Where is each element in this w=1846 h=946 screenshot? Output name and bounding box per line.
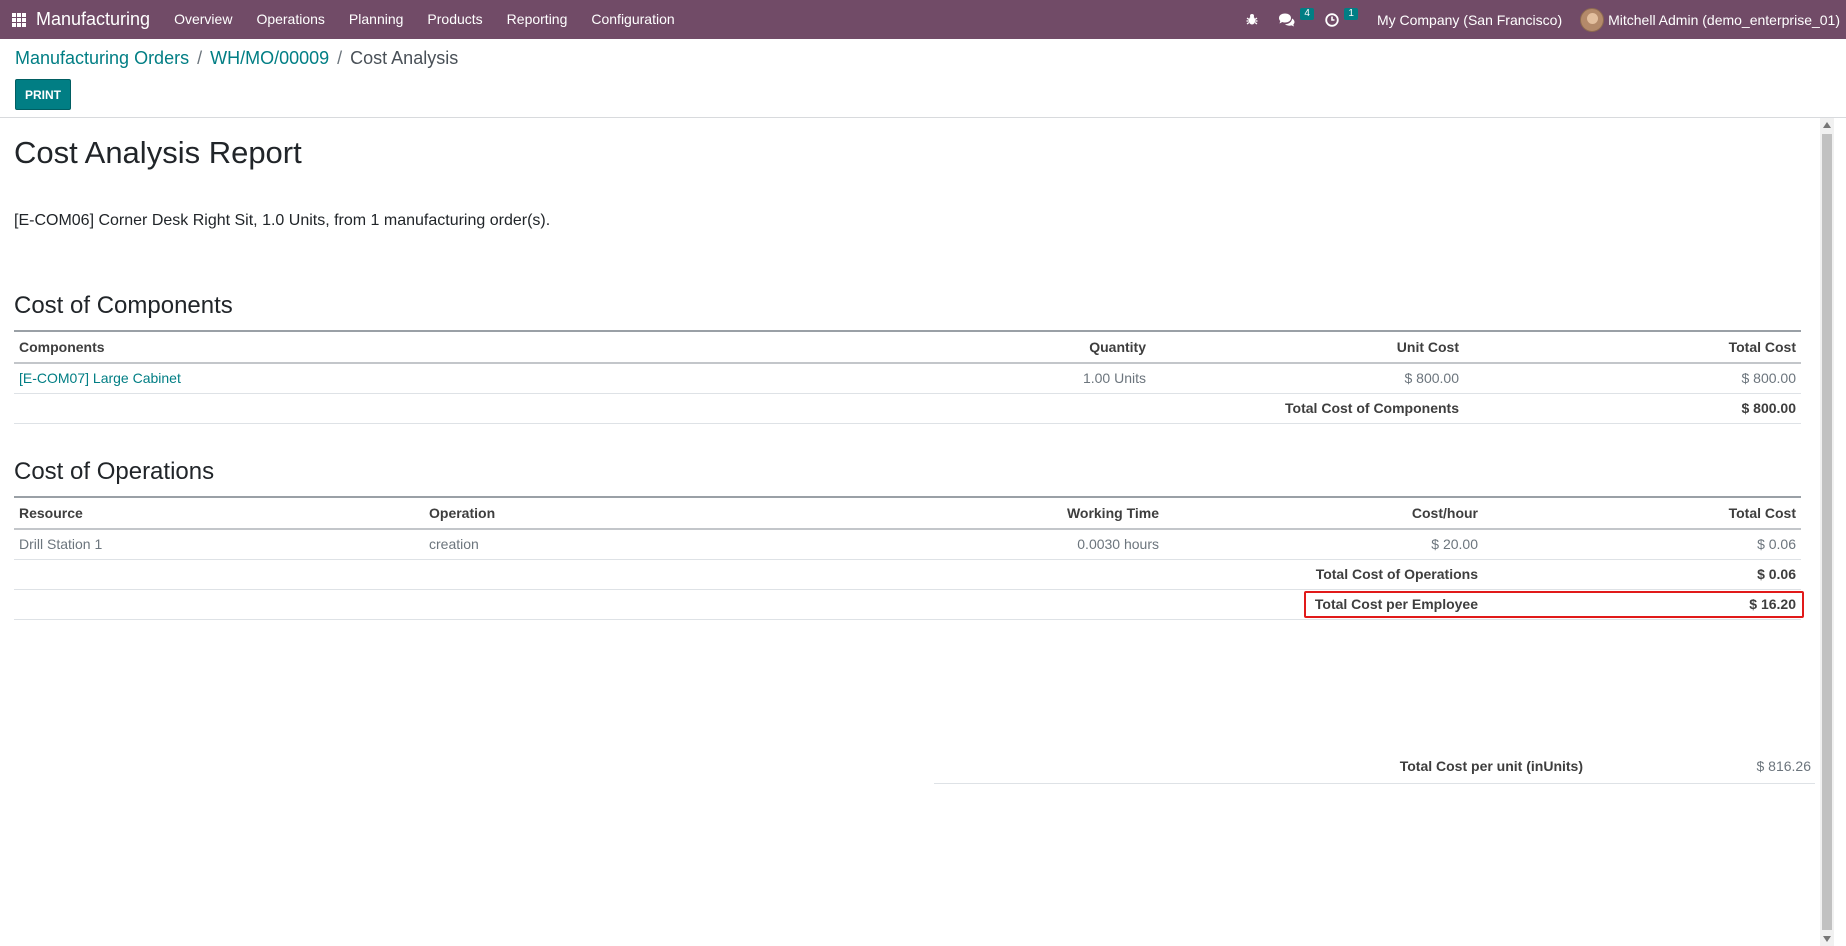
employee-cost-row: Total Cost per Employee $ 16.20 [14, 589, 1801, 620]
avatar [1580, 7, 1605, 32]
breadcrumb-separator: / [337, 48, 343, 68]
messages-badge: 4 [1300, 8, 1314, 20]
unit-cost-label: Total Cost per unit (inUnits) [1399, 758, 1583, 774]
component-quantity: 1.00 Units [644, 363, 1151, 394]
report-summary: [E-COM06] Corner Desk Right Sit, 1.0 Uni… [14, 212, 551, 229]
op-cost-hour: $ 20.00 [1164, 529, 1483, 560]
scroll-down-arrow-icon[interactable] [1823, 936, 1831, 942]
report-title: Cost Analysis Report [14, 135, 302, 170]
systray: 4 1 My Company (San Francisco) Mitchell … [1236, 0, 1846, 39]
op-operation: creation [424, 529, 874, 560]
bug-icon[interactable] [1236, 0, 1268, 39]
col-total-cost: Total Cost [1464, 330, 1801, 364]
component-link[interactable]: [E-COM07] Large Cabinet [19, 370, 181, 386]
unit-cost-value: $ 816.26 [1756, 758, 1812, 774]
components-table: Components Quantity Unit Cost Total Cost… [14, 330, 1801, 424]
operations-total-label: Total Cost of Operations [1164, 559, 1483, 590]
menu-operations[interactable]: Operations [244, 0, 336, 39]
apps-grid-icon[interactable] [12, 12, 26, 27]
user-menu[interactable]: Mitchell Admin (demo_enterprise_01) [1572, 7, 1846, 32]
col-resource: Resource [14, 496, 424, 530]
operations-table: Resource Operation Working Time Cost/hou… [14, 496, 1801, 620]
components-total-value: $ 800.00 [1464, 393, 1801, 424]
control-panel-divider [0, 117, 1846, 118]
op-resource: Drill Station 1 [14, 529, 424, 560]
components-heading: Cost of Components [14, 292, 233, 319]
operations-total-value: $ 0.06 [1483, 559, 1801, 590]
op-working-time: 0.0030 hours [874, 529, 1164, 560]
col-unit-cost: Unit Cost [1151, 330, 1464, 364]
company-switcher[interactable]: My Company (San Francisco) [1359, 12, 1572, 28]
scroll-up-arrow-icon[interactable] [1823, 122, 1831, 128]
col-op-total-cost: Total Cost [1483, 496, 1801, 530]
chat-icon[interactable]: 4 [1268, 0, 1315, 39]
components-total-label: Total Cost of Components [1151, 393, 1464, 424]
col-cost-hour: Cost/hour [1164, 496, 1483, 530]
app-name[interactable]: Manufacturing [36, 9, 150, 30]
col-components: Components [14, 330, 644, 364]
col-quantity: Quantity [644, 330, 1151, 364]
employee-cost-label: Total Cost per Employee [1164, 589, 1483, 620]
operations-heading: Cost of Operations [14, 458, 215, 485]
user-name: Mitchell Admin (demo_enterprise_01) [1608, 11, 1840, 28]
operations-total-row: Total Cost of Operations $ 0.06 [14, 559, 1801, 590]
print-button[interactable]: PRINT [15, 79, 71, 110]
breadcrumb-manufacturing-orders[interactable]: Manufacturing Orders [15, 48, 189, 69]
component-total: $ 800.00 [1464, 363, 1801, 394]
menu-overview[interactable]: Overview [162, 0, 244, 39]
col-working-time: Working Time [874, 496, 1164, 530]
col-operation: Operation [424, 496, 874, 530]
op-total: $ 0.06 [1483, 529, 1801, 560]
breadcrumb-mo-record[interactable]: WH/MO/00009 [210, 48, 329, 69]
unit-cost-row: Total Cost per unit (inUnits) $ 816.26 [934, 742, 1815, 784]
vertical-scrollbar[interactable] [1820, 118, 1834, 946]
menu-products[interactable]: Products [415, 0, 494, 39]
breadcrumb-separator: / [197, 48, 203, 68]
employee-cost-value: $ 16.20 [1483, 589, 1801, 620]
breadcrumb-current: Cost Analysis [350, 48, 459, 68]
activities-badge: 1 [1344, 8, 1358, 20]
scroll-thumb[interactable] [1822, 134, 1832, 930]
components-total-row: Total Cost of Components $ 800.00 [14, 393, 1801, 424]
table-row: [E-COM07] Large Cabinet 1.00 Units $ 800… [14, 363, 1801, 394]
clock-icon[interactable]: 1 [1315, 0, 1359, 39]
top-navbar: Manufacturing Overview Operations Planni… [0, 0, 1846, 39]
breadcrumb: Manufacturing Orders / WH/MO/00009 / Cos… [15, 48, 458, 69]
table-row: Drill Station 1 creation 0.0030 hours $ … [14, 529, 1801, 560]
component-unit-cost: $ 800.00 [1151, 363, 1464, 394]
menu-configuration[interactable]: Configuration [579, 0, 686, 39]
menu-reporting[interactable]: Reporting [495, 0, 580, 39]
menu-planning[interactable]: Planning [337, 0, 416, 39]
